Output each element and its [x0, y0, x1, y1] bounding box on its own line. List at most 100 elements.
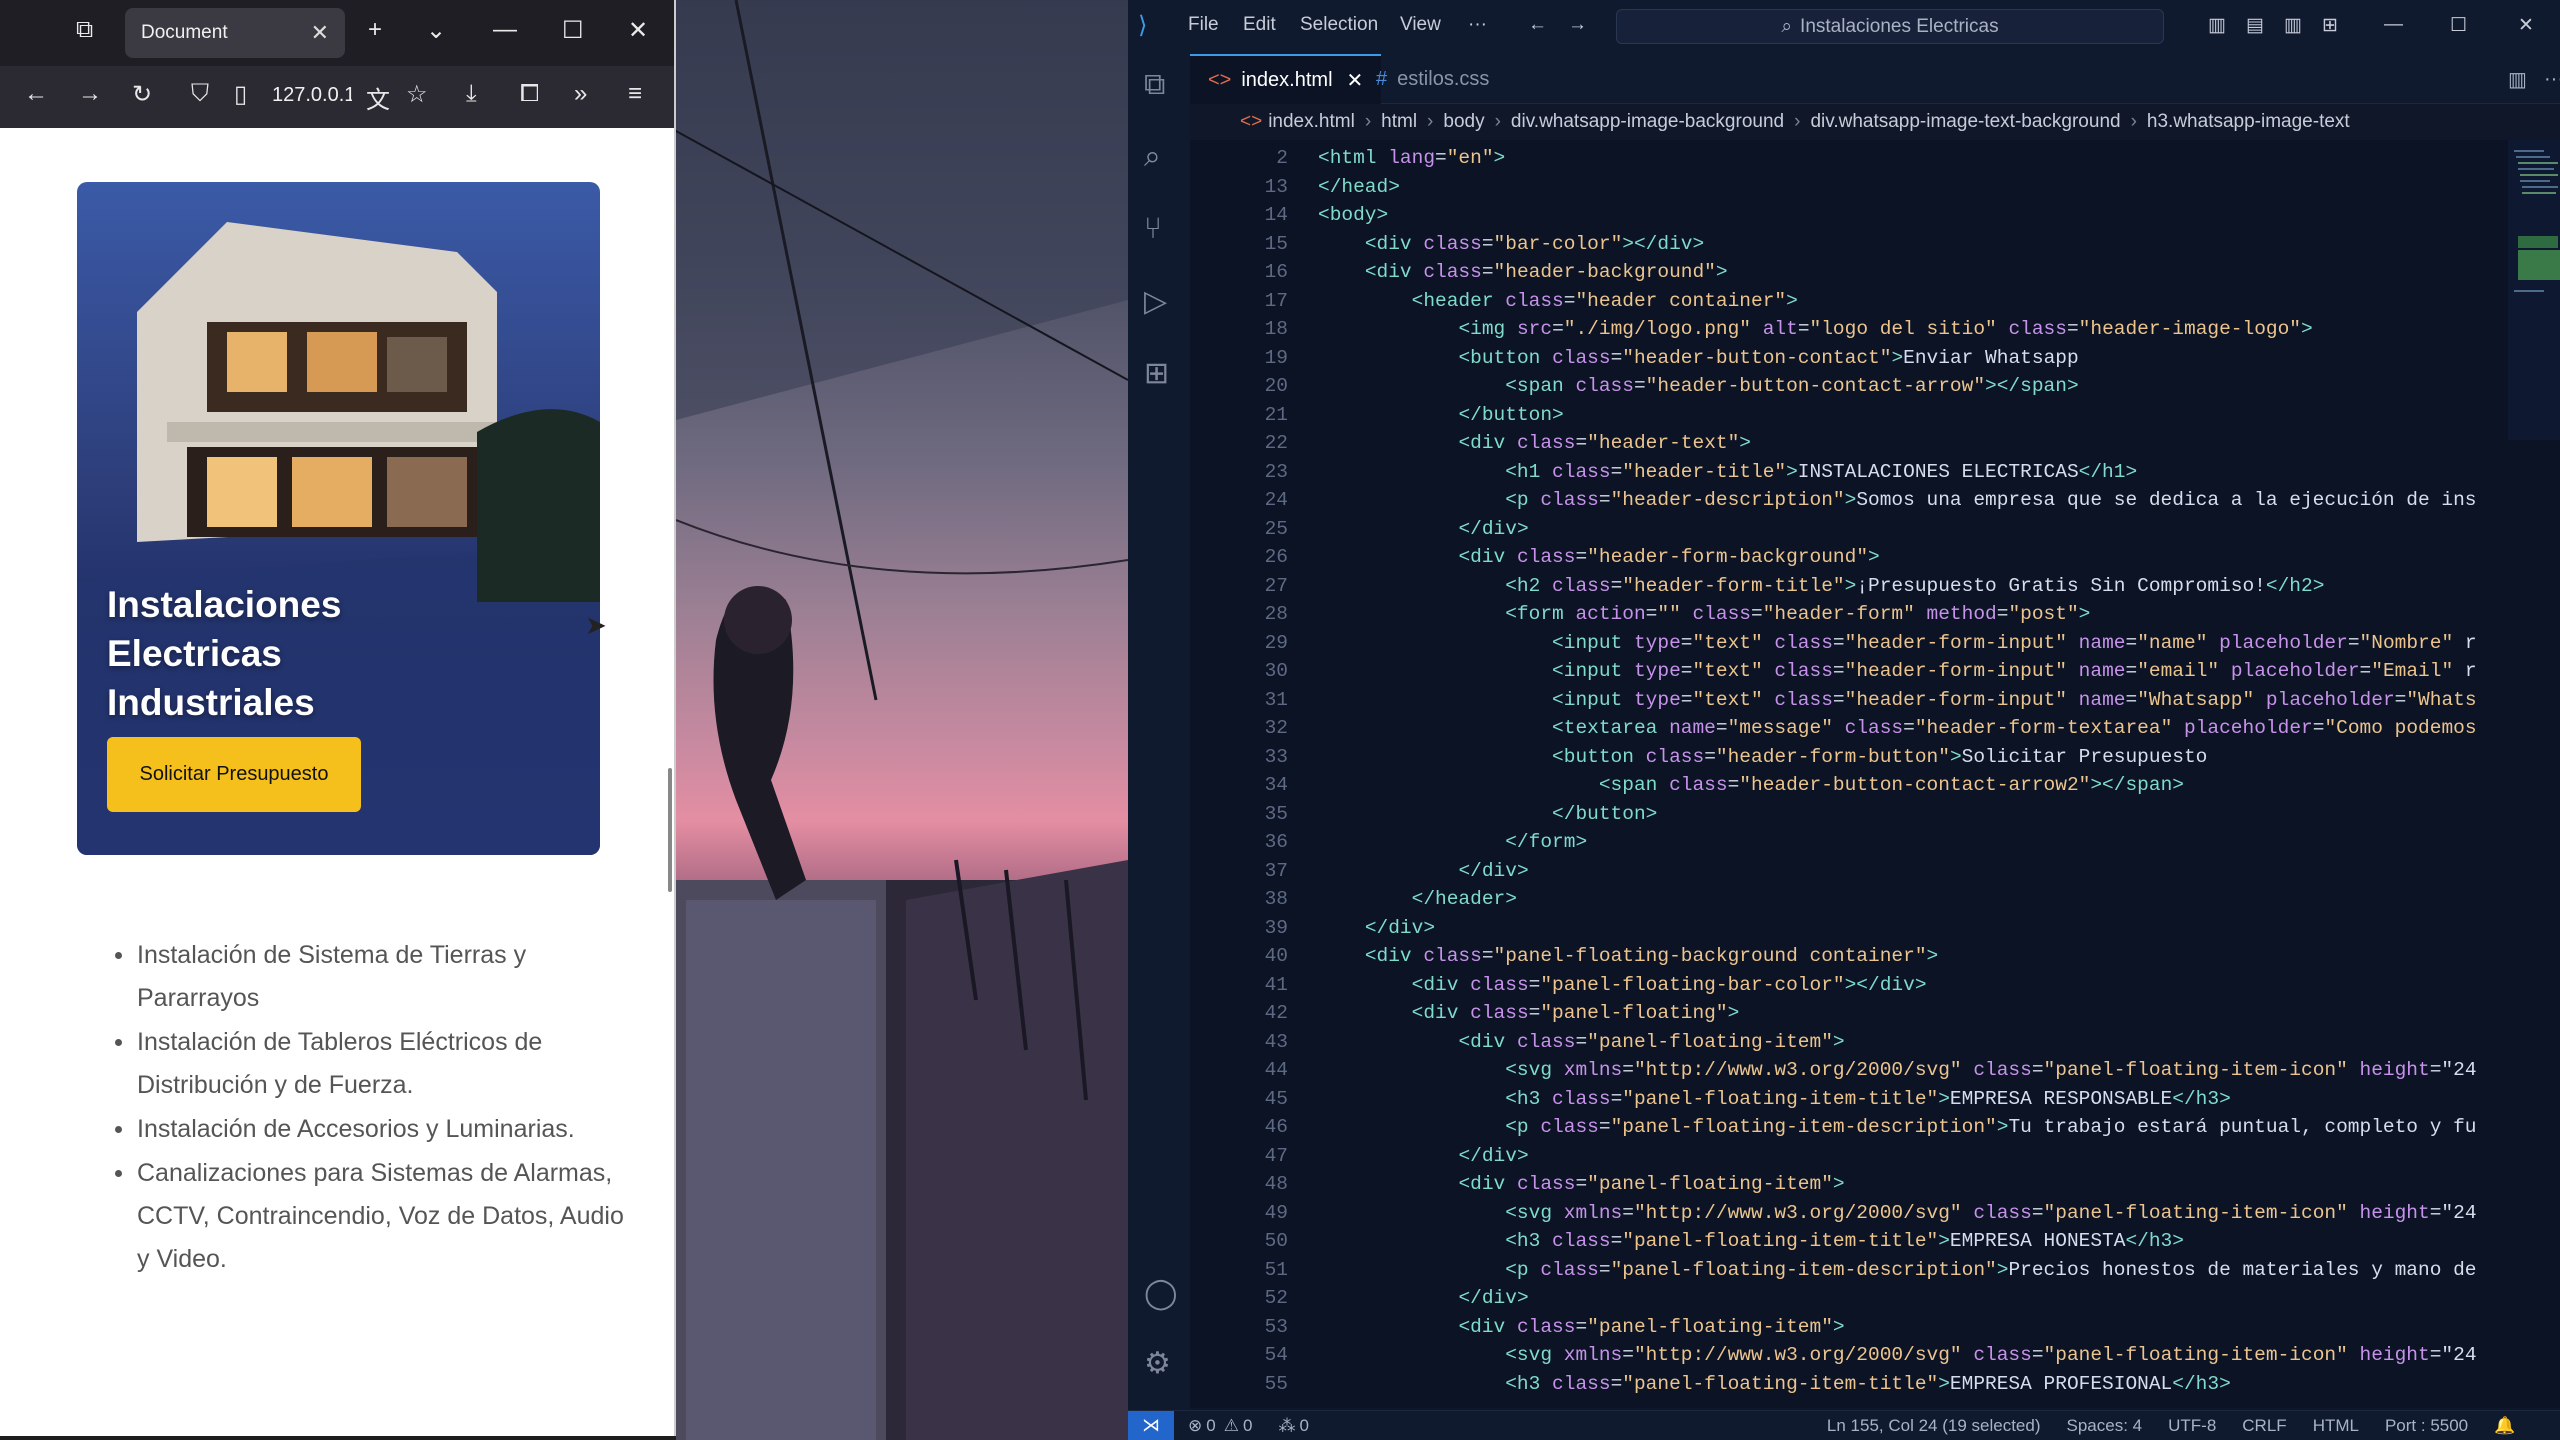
code-line[interactable]: 25 </div> — [1190, 515, 2560, 544]
tab-overview-icon[interactable]: ⧉ — [76, 16, 93, 44]
extensions-icon[interactable]: ⊞ — [1144, 356, 1169, 391]
code-line[interactable]: 17 <header class="header container"> — [1190, 287, 2560, 316]
new-tab-button[interactable]: + — [368, 16, 382, 44]
code-line[interactable]: 35 </button> — [1190, 800, 2560, 829]
code-line[interactable]: 38 </header> — [1190, 885, 2560, 914]
breadcrumb-item[interactable]: body — [1443, 111, 1484, 133]
ports-icon[interactable]: ⁂ — [1278, 1416, 1295, 1436]
line-endings[interactable]: CRLF — [2242, 1416, 2286, 1436]
code-line[interactable]: 20 <span class="header-button-contact-ar… — [1190, 372, 2560, 401]
breadcrumb-item[interactable]: h3.whatsapp-image-text — [2147, 111, 2350, 133]
overflow-chevron-icon[interactable]: » — [574, 80, 587, 108]
code-line[interactable]: 21 </button> — [1190, 401, 2560, 430]
code-line[interactable]: 37 </div> — [1190, 857, 2560, 886]
code-line[interactable]: 46 <p class="panel-floating-item-descrip… — [1190, 1113, 2560, 1142]
code-line[interactable]: 36 </form> — [1190, 828, 2560, 857]
tab-close-icon[interactable]: ✕ — [311, 20, 329, 46]
request-quote-button[interactable]: Solicitar Presupuesto — [107, 737, 361, 812]
code-line[interactable]: 2 <html lang="en"> — [1190, 144, 2560, 173]
notifications-bell-icon[interactable]: 🔔 — [2494, 1416, 2515, 1436]
tab-list-icon[interactable]: ⌄ — [426, 16, 446, 45]
code-line[interactable]: 32 <textarea name="message" class="heade… — [1190, 714, 2560, 743]
nav-forward-icon[interactable]: → — [1568, 14, 1587, 36]
code-line[interactable]: 51 <p class="panel-floating-item-descrip… — [1190, 1256, 2560, 1285]
warnings-icon[interactable]: ⚠ — [1224, 1416, 1239, 1436]
breadcrumb-item[interactable]: div.whatsapp-image-background — [1511, 111, 1784, 133]
code-line[interactable]: 27 <h2 class="header-form-title">¡Presup… — [1190, 572, 2560, 601]
more-actions-icon[interactable]: ··· — [2526, 54, 2560, 104]
minimize-button[interactable]: — — [493, 16, 517, 44]
maximize-button[interactable]: ☐ — [562, 16, 584, 45]
code-line[interactable]: 29 <input type="text" class="header-form… — [1190, 629, 2560, 658]
code-line[interactable]: 48 <div class="panel-floating-item"> — [1190, 1170, 2560, 1199]
close-window-button[interactable]: ✕ — [628, 16, 648, 45]
warnings-count[interactable]: 0 — [1243, 1416, 1252, 1436]
code-line[interactable]: 15 <div class="bar-color"></div> — [1190, 230, 2560, 259]
live-server-port[interactable]: Port : 5500 — [2385, 1416, 2468, 1436]
close-window-button[interactable]: ✕ — [2518, 14, 2534, 37]
toggle-secondary-sidebar-icon[interactable]: ▥ — [2284, 14, 2302, 37]
code-line[interactable]: 42 <div class="panel-floating"> — [1190, 999, 2560, 1028]
code-line[interactable]: 44 <svg xmlns="http://www.w3.org/2000/sv… — [1190, 1056, 2560, 1085]
errors-icon[interactable]: ⊗ — [1188, 1416, 1202, 1436]
code-line[interactable]: 28 <form action="" class="header-form" m… — [1190, 600, 2560, 629]
code-line[interactable]: 53 <div class="panel-floating-item"> — [1190, 1313, 2560, 1342]
code-line[interactable]: 45 <h3 class="panel-floating-item-title"… — [1190, 1085, 2560, 1114]
encoding[interactable]: UTF-8 — [2168, 1416, 2216, 1436]
menu-more[interactable]: ··· — [1468, 14, 1487, 36]
code-line[interactable]: 22 <div class="header-text"> — [1190, 429, 2560, 458]
maximize-button[interactable]: ☐ — [2450, 14, 2467, 37]
customize-layout-icon[interactable]: ⊞ — [2322, 14, 2338, 37]
ports-count[interactable]: 0 — [1299, 1416, 1308, 1436]
bookmark-star-icon[interactable]: ☆ — [406, 80, 428, 109]
reload-icon[interactable]: ↻ — [132, 80, 152, 109]
toggle-panel-icon[interactable]: ▤ — [2246, 14, 2264, 37]
code-line[interactable]: 19 <button class="header-button-contact"… — [1190, 344, 2560, 373]
code-line[interactable]: 50 <h3 class="panel-floating-item-title"… — [1190, 1227, 2560, 1256]
code-line[interactable]: 26 <div class="header-form-background"> — [1190, 543, 2560, 572]
menu-icon[interactable]: ≡ — [628, 80, 642, 108]
page-scrollbar[interactable] — [668, 768, 672, 892]
settings-gear-icon[interactable]: ⚙ — [1144, 1346, 1171, 1381]
back-icon[interactable]: ← — [24, 80, 48, 108]
forward-icon[interactable]: → — [78, 80, 102, 108]
url-field[interactable]: 127.0.0.1 — [272, 84, 352, 107]
translate-icon[interactable]: 文 — [366, 80, 390, 115]
code-line[interactable]: 14 <body> — [1190, 201, 2560, 230]
source-control-icon[interactable]: ⑂ — [1144, 212, 1162, 246]
menu-view[interactable]: View — [1400, 14, 1441, 36]
shield-icon[interactable]: ⛉ — [191, 80, 209, 108]
language-mode[interactable]: HTML — [2313, 1416, 2359, 1436]
code-line[interactable]: 13 </head> — [1190, 173, 2560, 202]
remote-indicator-icon[interactable]: ⋊ — [1128, 1410, 1174, 1440]
menu-file[interactable]: File — [1188, 14, 1219, 36]
nav-back-icon[interactable]: ← — [1528, 14, 1547, 36]
indentation[interactable]: Spaces: 4 — [2067, 1416, 2143, 1436]
code-line[interactable]: 47 </div> — [1190, 1142, 2560, 1171]
code-line[interactable]: 52 </div> — [1190, 1284, 2560, 1313]
browser-tab-active[interactable]: Document ✕ — [125, 8, 345, 58]
code-line[interactable]: 41 <div class="panel-floating-bar-color"… — [1190, 971, 2560, 1000]
explorer-icon[interactable]: ⧉ — [1144, 68, 1165, 102]
code-line[interactable]: 49 <svg xmlns="http://www.w3.org/2000/sv… — [1190, 1199, 2560, 1228]
code-line[interactable]: 18 <img src="./img/logo.png" alt="logo d… — [1190, 315, 2560, 344]
breadcrumb-item[interactable]: index.html — [1268, 111, 1355, 133]
code-line[interactable]: 24 <p class="header-description">Somos u… — [1190, 486, 2560, 515]
toggle-sidebar-icon[interactable]: ▥ — [2208, 14, 2226, 37]
cursor-position[interactable]: Ln 155, Col 24 (19 selected) — [1827, 1416, 2041, 1436]
breadcrumb-item[interactable]: div.whatsapp-image-text-background — [1810, 111, 2120, 133]
menu-selection[interactable]: Selection — [1300, 14, 1378, 36]
extensions-icon[interactable]: ⧠ — [520, 80, 539, 108]
code-line[interactable]: 39 </div> — [1190, 914, 2560, 943]
minimap[interactable] — [2508, 140, 2560, 440]
run-debug-icon[interactable]: ▷ — [1144, 284, 1167, 319]
command-center-search[interactable]: ⌕ Instalaciones Electricas — [1616, 9, 2164, 44]
download-icon[interactable]: ⤓ — [466, 80, 477, 108]
code-line[interactable]: 34 <span class="header-button-contact-ar… — [1190, 771, 2560, 800]
tab-index-html[interactable]: <> index.html ✕ — [1190, 54, 1382, 104]
breadcrumb-item[interactable]: html — [1381, 111, 1417, 133]
minimize-button[interactable]: — — [2384, 14, 2403, 36]
code-editor[interactable]: 2 <html lang="en"> 13 </head> 14 <body> 15 <di… — [1190, 140, 2560, 1408]
account-icon[interactable]: ◯ — [1144, 1276, 1178, 1311]
code-line[interactable]: 54 <svg xmlns="http://www.w3.org/2000/sv… — [1190, 1341, 2560, 1370]
